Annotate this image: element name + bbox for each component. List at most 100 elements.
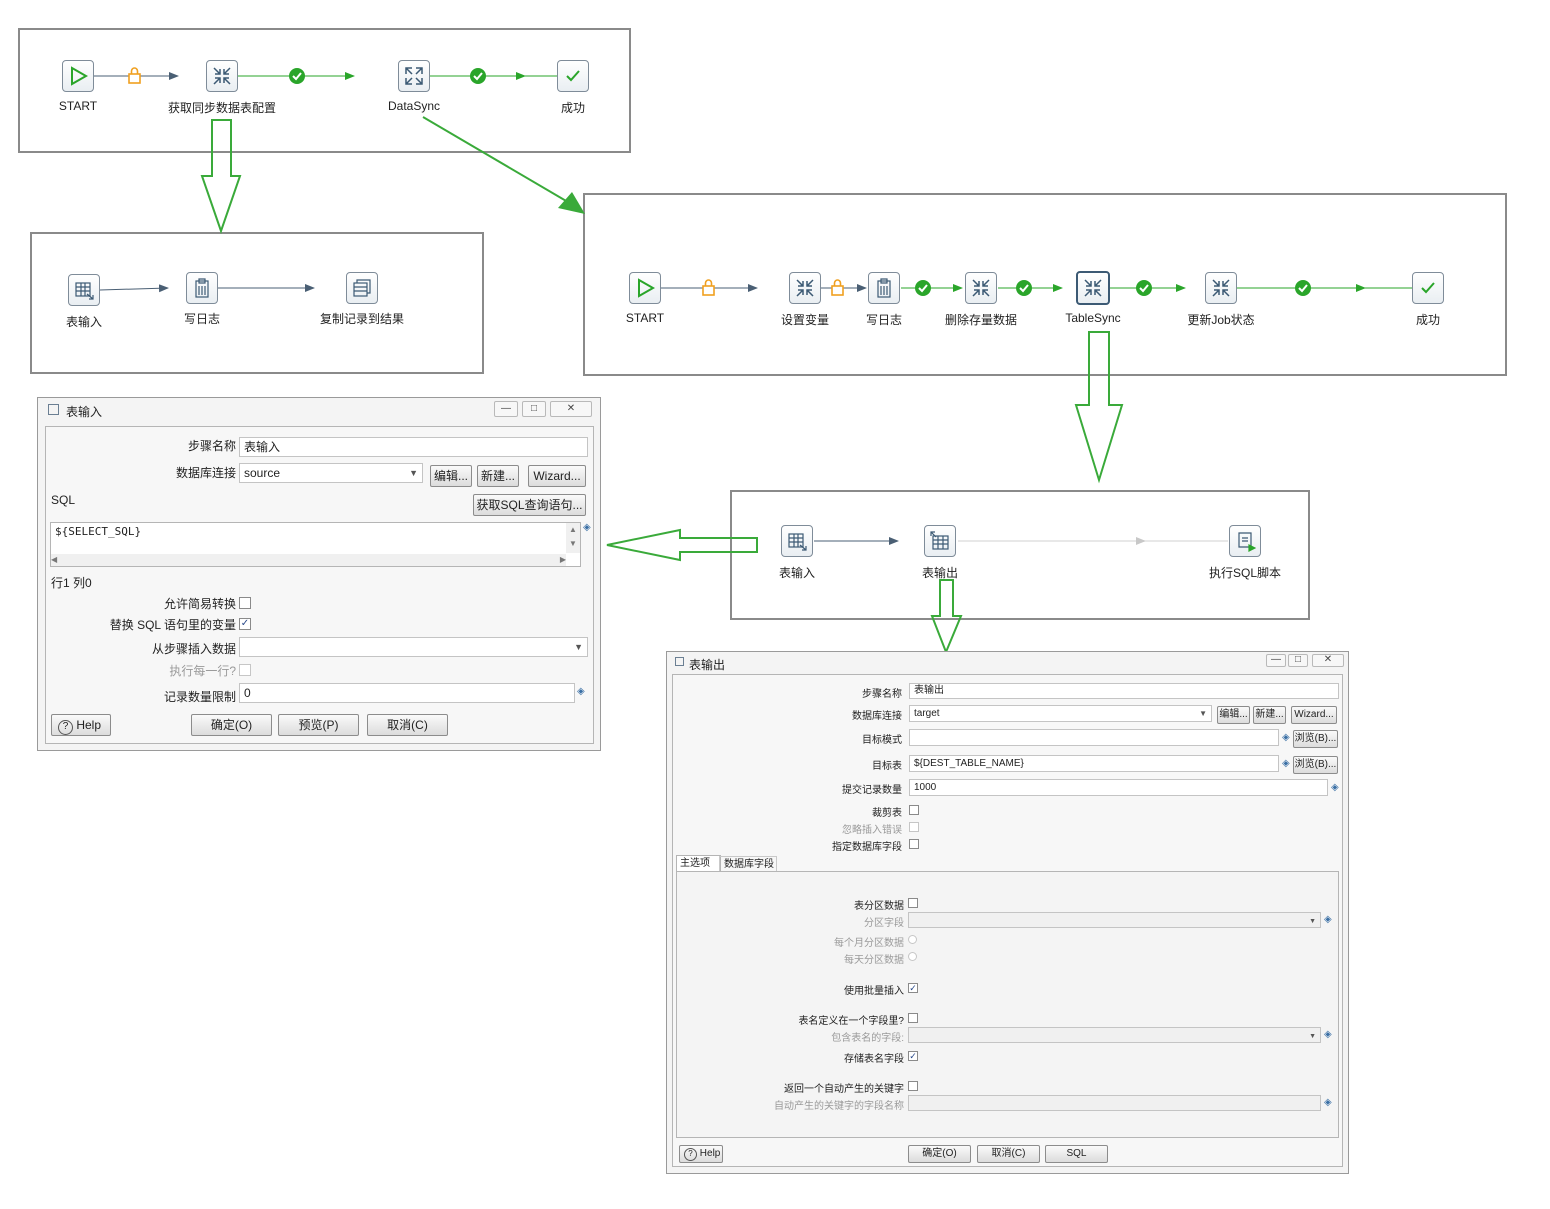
- browse-table-button[interactable]: 浏览(B)...: [1293, 756, 1338, 774]
- table-field-select[interactable]: ▼: [908, 1027, 1321, 1043]
- maximize-button[interactable]: □: [1288, 654, 1308, 667]
- tab-content: 表分区数据 分区字段 ▼ ◈ 每个月分区数据 每天分区数据 使用批量插入 ✓ 表…: [676, 871, 1339, 1138]
- job-sync-write-log-node[interactable]: [868, 272, 900, 304]
- partition-label: 表分区数据: [854, 901, 904, 912]
- db-connection-select[interactable]: source ▼: [239, 463, 423, 483]
- help-label: Help: [76, 718, 102, 732]
- close-button[interactable]: ✕: [1312, 654, 1344, 667]
- tab-database-fields[interactable]: 数据库字段: [719, 856, 777, 872]
- edit-connection-button[interactable]: 编辑...: [430, 465, 472, 487]
- close-button[interactable]: ✕: [550, 401, 592, 417]
- replace-variables-checkbox[interactable]: ✓: [239, 618, 251, 630]
- truncate-checkbox[interactable]: [909, 805, 919, 815]
- trans-tablesync-canvas: [730, 490, 1310, 620]
- execute-each-row-checkbox[interactable]: [239, 664, 251, 676]
- return-key-checkbox[interactable]: [908, 1081, 918, 1091]
- tablesync-table-output-node[interactable]: [924, 525, 956, 557]
- partition-day-radio[interactable]: [908, 952, 917, 961]
- new-connection-button[interactable]: 新建...: [1253, 706, 1286, 724]
- scrollbar-vertical[interactable]: ▲ ▼: [566, 523, 580, 553]
- write-log-icon: [195, 278, 209, 298]
- db-connection-select[interactable]: target ▼: [909, 705, 1212, 722]
- job-main-datasync-node[interactable]: [398, 60, 430, 92]
- return-key-label: 返回一个自动产生的关键字: [784, 1084, 904, 1095]
- trans-config-table-input-node[interactable]: [68, 274, 100, 306]
- sql-text: ${SELECT_SQL}: [55, 525, 142, 538]
- job-sync-success-node[interactable]: [1412, 272, 1444, 304]
- get-sql-button[interactable]: 获取SQL查询语句...: [473, 494, 586, 516]
- step-name-input[interactable]: 表输入: [239, 437, 588, 457]
- variable-icon: ◈: [1282, 758, 1290, 769]
- edit-connection-button[interactable]: 编辑...: [1217, 706, 1250, 724]
- job-main-start-node[interactable]: [62, 60, 94, 92]
- partition-field-select[interactable]: ▼: [908, 912, 1321, 928]
- table-in-field-checkbox[interactable]: [908, 1013, 918, 1023]
- wizard-button[interactable]: Wizard...: [1291, 706, 1337, 724]
- node-label: 更新Job状态: [1187, 313, 1255, 327]
- minimize-button[interactable]: —: [1266, 654, 1286, 667]
- ignore-errors-checkbox[interactable]: [909, 822, 919, 832]
- cancel-button[interactable]: 取消(C): [367, 714, 448, 736]
- preview-button[interactable]: 预览(P): [278, 714, 359, 736]
- lazy-conversion-label: 允许简易转换: [163, 597, 236, 611]
- lazy-conversion-checkbox[interactable]: [239, 597, 251, 609]
- table-input-icon: [788, 533, 807, 551]
- specify-fields-checkbox[interactable]: [909, 839, 919, 849]
- minimize-button[interactable]: —: [494, 401, 518, 417]
- job-main-config-node[interactable]: [206, 60, 238, 92]
- scrollbar-horizontal[interactable]: ◀ ▶: [51, 554, 566, 566]
- node-label: 表输出: [921, 566, 959, 580]
- batch-insert-checkbox[interactable]: ✓: [908, 983, 918, 993]
- job-main-success-node[interactable]: [557, 60, 589, 92]
- node-label: 获取同步数据表配置: [167, 101, 277, 115]
- partition-checkbox[interactable]: [908, 898, 918, 908]
- commit-size-input[interactable]: 1000: [909, 779, 1328, 796]
- ok-button[interactable]: 确定(O): [908, 1145, 971, 1163]
- batch-insert-label: 使用批量插入: [844, 986, 904, 997]
- start-icon: [638, 278, 656, 298]
- node-label: 成功: [560, 101, 586, 115]
- help-button[interactable]: ? Help: [51, 714, 111, 736]
- write-log-icon: [877, 278, 891, 298]
- step-name-input[interactable]: 表输出: [909, 683, 1339, 699]
- key-field-input[interactable]: [908, 1095, 1321, 1111]
- help-icon: ?: [58, 720, 73, 735]
- dialog-icon: [675, 657, 684, 666]
- ok-button[interactable]: 确定(O): [191, 714, 272, 736]
- tab-main-options[interactable]: 主选项: [676, 855, 721, 872]
- help-button[interactable]: ? Help: [679, 1145, 723, 1163]
- table-in-field-label: 表名定义在一个字段里?: [798, 1016, 904, 1027]
- sql-script-icon: [1238, 532, 1256, 552]
- key-field-label: 自动产生的关键字的字段名称: [774, 1101, 904, 1112]
- target-schema-input[interactable]: [909, 729, 1279, 746]
- limit-input[interactable]: 0: [239, 683, 575, 703]
- transformation-icon: [1084, 279, 1102, 297]
- job-sync-set-vars-node[interactable]: [789, 272, 821, 304]
- tablesync-exec-sql-node[interactable]: [1229, 525, 1261, 557]
- browse-schema-button[interactable]: 浏览(B)...: [1293, 730, 1338, 748]
- tablesync-table-input-node[interactable]: [781, 525, 813, 557]
- transformation-icon: [972, 279, 990, 297]
- job-sync-start-node[interactable]: [629, 272, 661, 304]
- job-sync-update-status-node[interactable]: [1205, 272, 1237, 304]
- sql-editor[interactable]: ${SELECT_SQL} ▲ ▼ ◀ ▶: [50, 522, 581, 567]
- wizard-button[interactable]: Wizard...: [528, 465, 586, 487]
- partition-month-radio[interactable]: [908, 935, 917, 944]
- maximize-button[interactable]: □: [522, 401, 546, 417]
- trans-config-write-log-node[interactable]: [186, 272, 218, 304]
- step-name-label: 步骤名称: [862, 689, 902, 700]
- sql-button[interactable]: SQL: [1045, 1145, 1108, 1163]
- store-table-name-checkbox[interactable]: ✓: [908, 1051, 918, 1061]
- node-label: 写日志: [183, 312, 221, 326]
- insert-from-step-select[interactable]: ▼: [239, 637, 588, 657]
- target-schema-label: 目标模式: [862, 735, 902, 746]
- cancel-button[interactable]: 取消(C): [977, 1145, 1040, 1163]
- target-table-input[interactable]: ${DEST_TABLE_NAME}: [909, 755, 1279, 772]
- table-input-dialog: 表输入 — □ ✕ 步骤名称 表输入 数据库连接 source ▼ 编辑... …: [37, 397, 601, 751]
- trans-config-copy-rows-node[interactable]: [346, 272, 378, 304]
- dialog-icon: [48, 404, 59, 415]
- new-connection-button[interactable]: 新建...: [477, 465, 519, 487]
- job-sync-tablesync-node[interactable]: [1076, 271, 1110, 305]
- job-sync-delete-node[interactable]: [965, 272, 997, 304]
- chevron-down-icon: ▼: [1309, 918, 1316, 925]
